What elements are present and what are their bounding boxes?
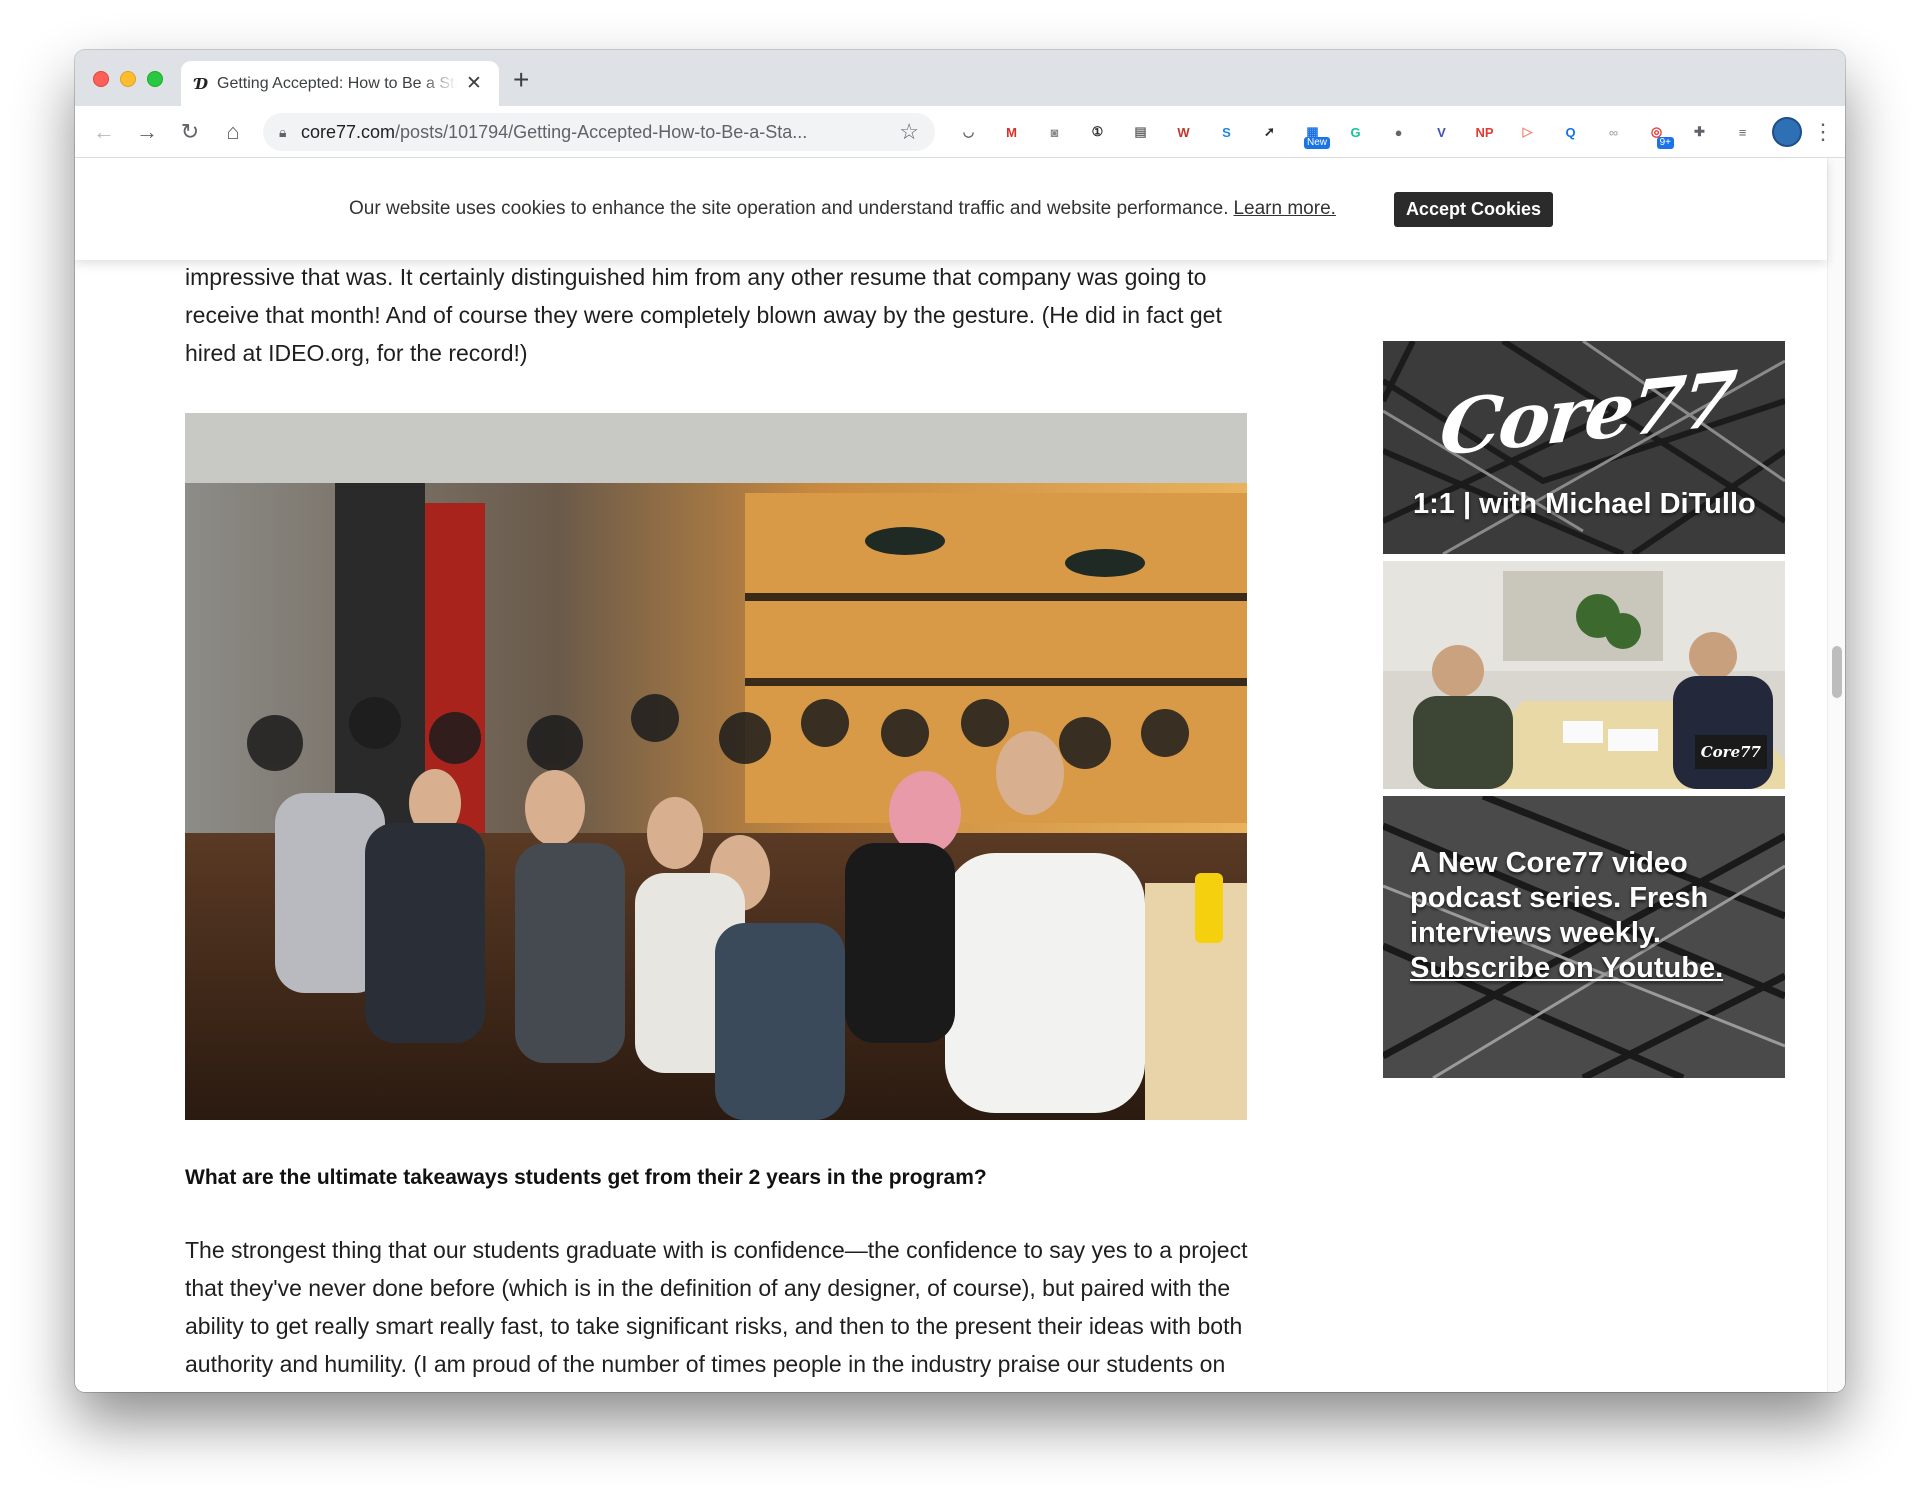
card-subtitle: 1:1 | with Michael DiTullo [1413,488,1756,520]
close-tab-icon[interactable]: ✕ [463,72,485,95]
gmail-icon-glyph: M [1006,124,1017,140]
new-tab-button[interactable]: + [513,64,529,96]
np-icon[interactable]: NP [1463,117,1506,147]
play-icon[interactable]: ▷ [1506,117,1549,147]
home-button[interactable]: ⌂ [218,117,248,147]
window-icon-glyph: ▤ [1134,124,1147,139]
cookie-banner: Our website uses cookies to enhance the … [75,158,1827,260]
url-text[interactable]: core77.com/posts/101794/Getting-Accepted… [301,122,893,143]
playlist-icon[interactable]: ≡ [1721,117,1764,147]
classroom-photo [185,413,1247,1120]
news-icon[interactable]: ▦ New [1291,117,1334,149]
learn-more-link[interactable]: Learn more. [1233,198,1335,220]
bookmark-star-icon[interactable]: ☆ [893,119,919,145]
page-scrollbar[interactable] [1827,158,1845,1392]
core77-small-logo: Core77 [1694,735,1767,769]
v-icon[interactable]: V [1420,117,1463,147]
wolfram-icon-glyph: W [1177,124,1190,140]
gmail-icon[interactable]: M [990,117,1033,147]
grammarly-icon[interactable]: G [1334,117,1377,147]
article-paragraph-2: The strongest thing that our students gr… [185,1237,1248,1392]
extensions-area: ◡ M ◙ ① ▤ W S ➚ ▦ New G ● V NP ▷ Q ∞ ◎ 9+ ✚ ≡ ⋮ [947,117,1838,149]
lock-icon[interactable]: 🔒︎ [279,124,301,141]
card-promo-text: A New Core77 video podcast series. Fresh… [1410,846,1750,986]
cookie-text: Our website uses cookies to enhance the … [349,198,1229,219]
glasses-icon-glyph: ∞ [1608,124,1619,140]
article-body: impressive that was. It certainly distin… [185,258,1255,1392]
profile-avatar[interactable] [1772,117,1802,147]
circle-icon-glyph: ● [1394,124,1403,140]
core77-favicon-icon: Ɗ [195,74,209,93]
onepassword-icon[interactable]: ① [1076,117,1119,147]
s-icon[interactable]: S [1205,117,1248,147]
puzzle-icon[interactable]: ✚ [1678,117,1721,147]
rocket-icon[interactable]: ➚ [1248,117,1291,147]
s-icon-glyph: S [1222,124,1231,140]
article-paragraph: impressive that was. It certainly distin… [185,264,1222,366]
window-icon[interactable]: ▤ [1119,117,1162,147]
search-ext-icon-glyph: Q [1565,124,1576,140]
onepassword-icon-glyph: ① [1091,124,1104,139]
search-ext-icon[interactable]: Q [1549,117,1592,147]
playlist-icon-glyph: ≡ [1738,124,1747,140]
tab-strip: Ɗ Getting Accepted: How to Be a Standout… [75,50,1845,106]
pocket-icon-glyph: ◡ [962,124,975,139]
minimize-window-button[interactable] [120,71,136,87]
address-bar[interactable]: 🔒︎ core77.com/posts/101794/Getting-Accep… [263,113,935,151]
subscribe-youtube-link[interactable]: Subscribe on Youtube. [1410,951,1750,986]
np-icon-glyph: NP [1475,124,1494,140]
core77-podcast-card[interactable]: Core77 1:1 | with Michael DiTullo [1383,341,1785,554]
interview-question: What are the ultimate takeaways students… [185,1166,987,1189]
subscribe-youtube-card[interactable]: A New Core77 video podcast series. Fresh… [1383,796,1785,1078]
tab-active[interactable]: Ɗ Getting Accepted: How to Be a Standout… [181,61,499,106]
accept-cookies-button[interactable]: Accept Cookies [1393,191,1553,227]
sidebar: Core77 1:1 | with Michael DiTullo Core77… [1383,341,1785,1085]
forward-button[interactable]: → [132,117,162,147]
reload-button[interactable]: ↻ [175,117,205,147]
browser-window: Ɗ Getting Accepted: How to Be a Standout… [75,50,1845,1392]
target-icon[interactable]: ◎ 9+ [1635,117,1678,149]
back-button[interactable]: ← [89,117,119,147]
circle-icon[interactable]: ● [1377,117,1420,147]
camera-icon[interactable]: ◙ [1033,117,1076,147]
extension-badge: New [1303,137,1330,149]
play-icon-glyph: ▷ [1522,124,1533,139]
web-page: Our website uses cookies to enhance the … [75,158,1845,1392]
grammarly-icon-glyph: G [1350,124,1361,140]
glasses-icon[interactable]: ∞ [1592,117,1635,147]
browser-menu-icon[interactable]: ⋮ [1808,119,1838,145]
pocket-icon[interactable]: ◡ [947,117,990,147]
browser-toolbar: ← → ↻ ⌂ 🔒︎ core77.com/posts/101794/Getti… [75,106,1845,158]
maximize-window-button[interactable] [147,71,163,87]
wolfram-icon[interactable]: W [1162,117,1205,147]
extension-badge: 9+ [1656,137,1674,149]
close-window-button[interactable] [93,71,109,87]
rocket-icon-glyph: ➚ [1264,124,1275,139]
v-icon-glyph: V [1437,124,1446,140]
puzzle-icon-glyph: ✚ [1694,124,1705,139]
camera-icon-glyph: ◙ [1050,124,1059,140]
interview-video-card[interactable]: Core77 [1383,561,1785,789]
scroll-thumb[interactable] [1832,646,1842,698]
tab-title: Getting Accepted: How to Be a Standout A… [217,74,457,92]
